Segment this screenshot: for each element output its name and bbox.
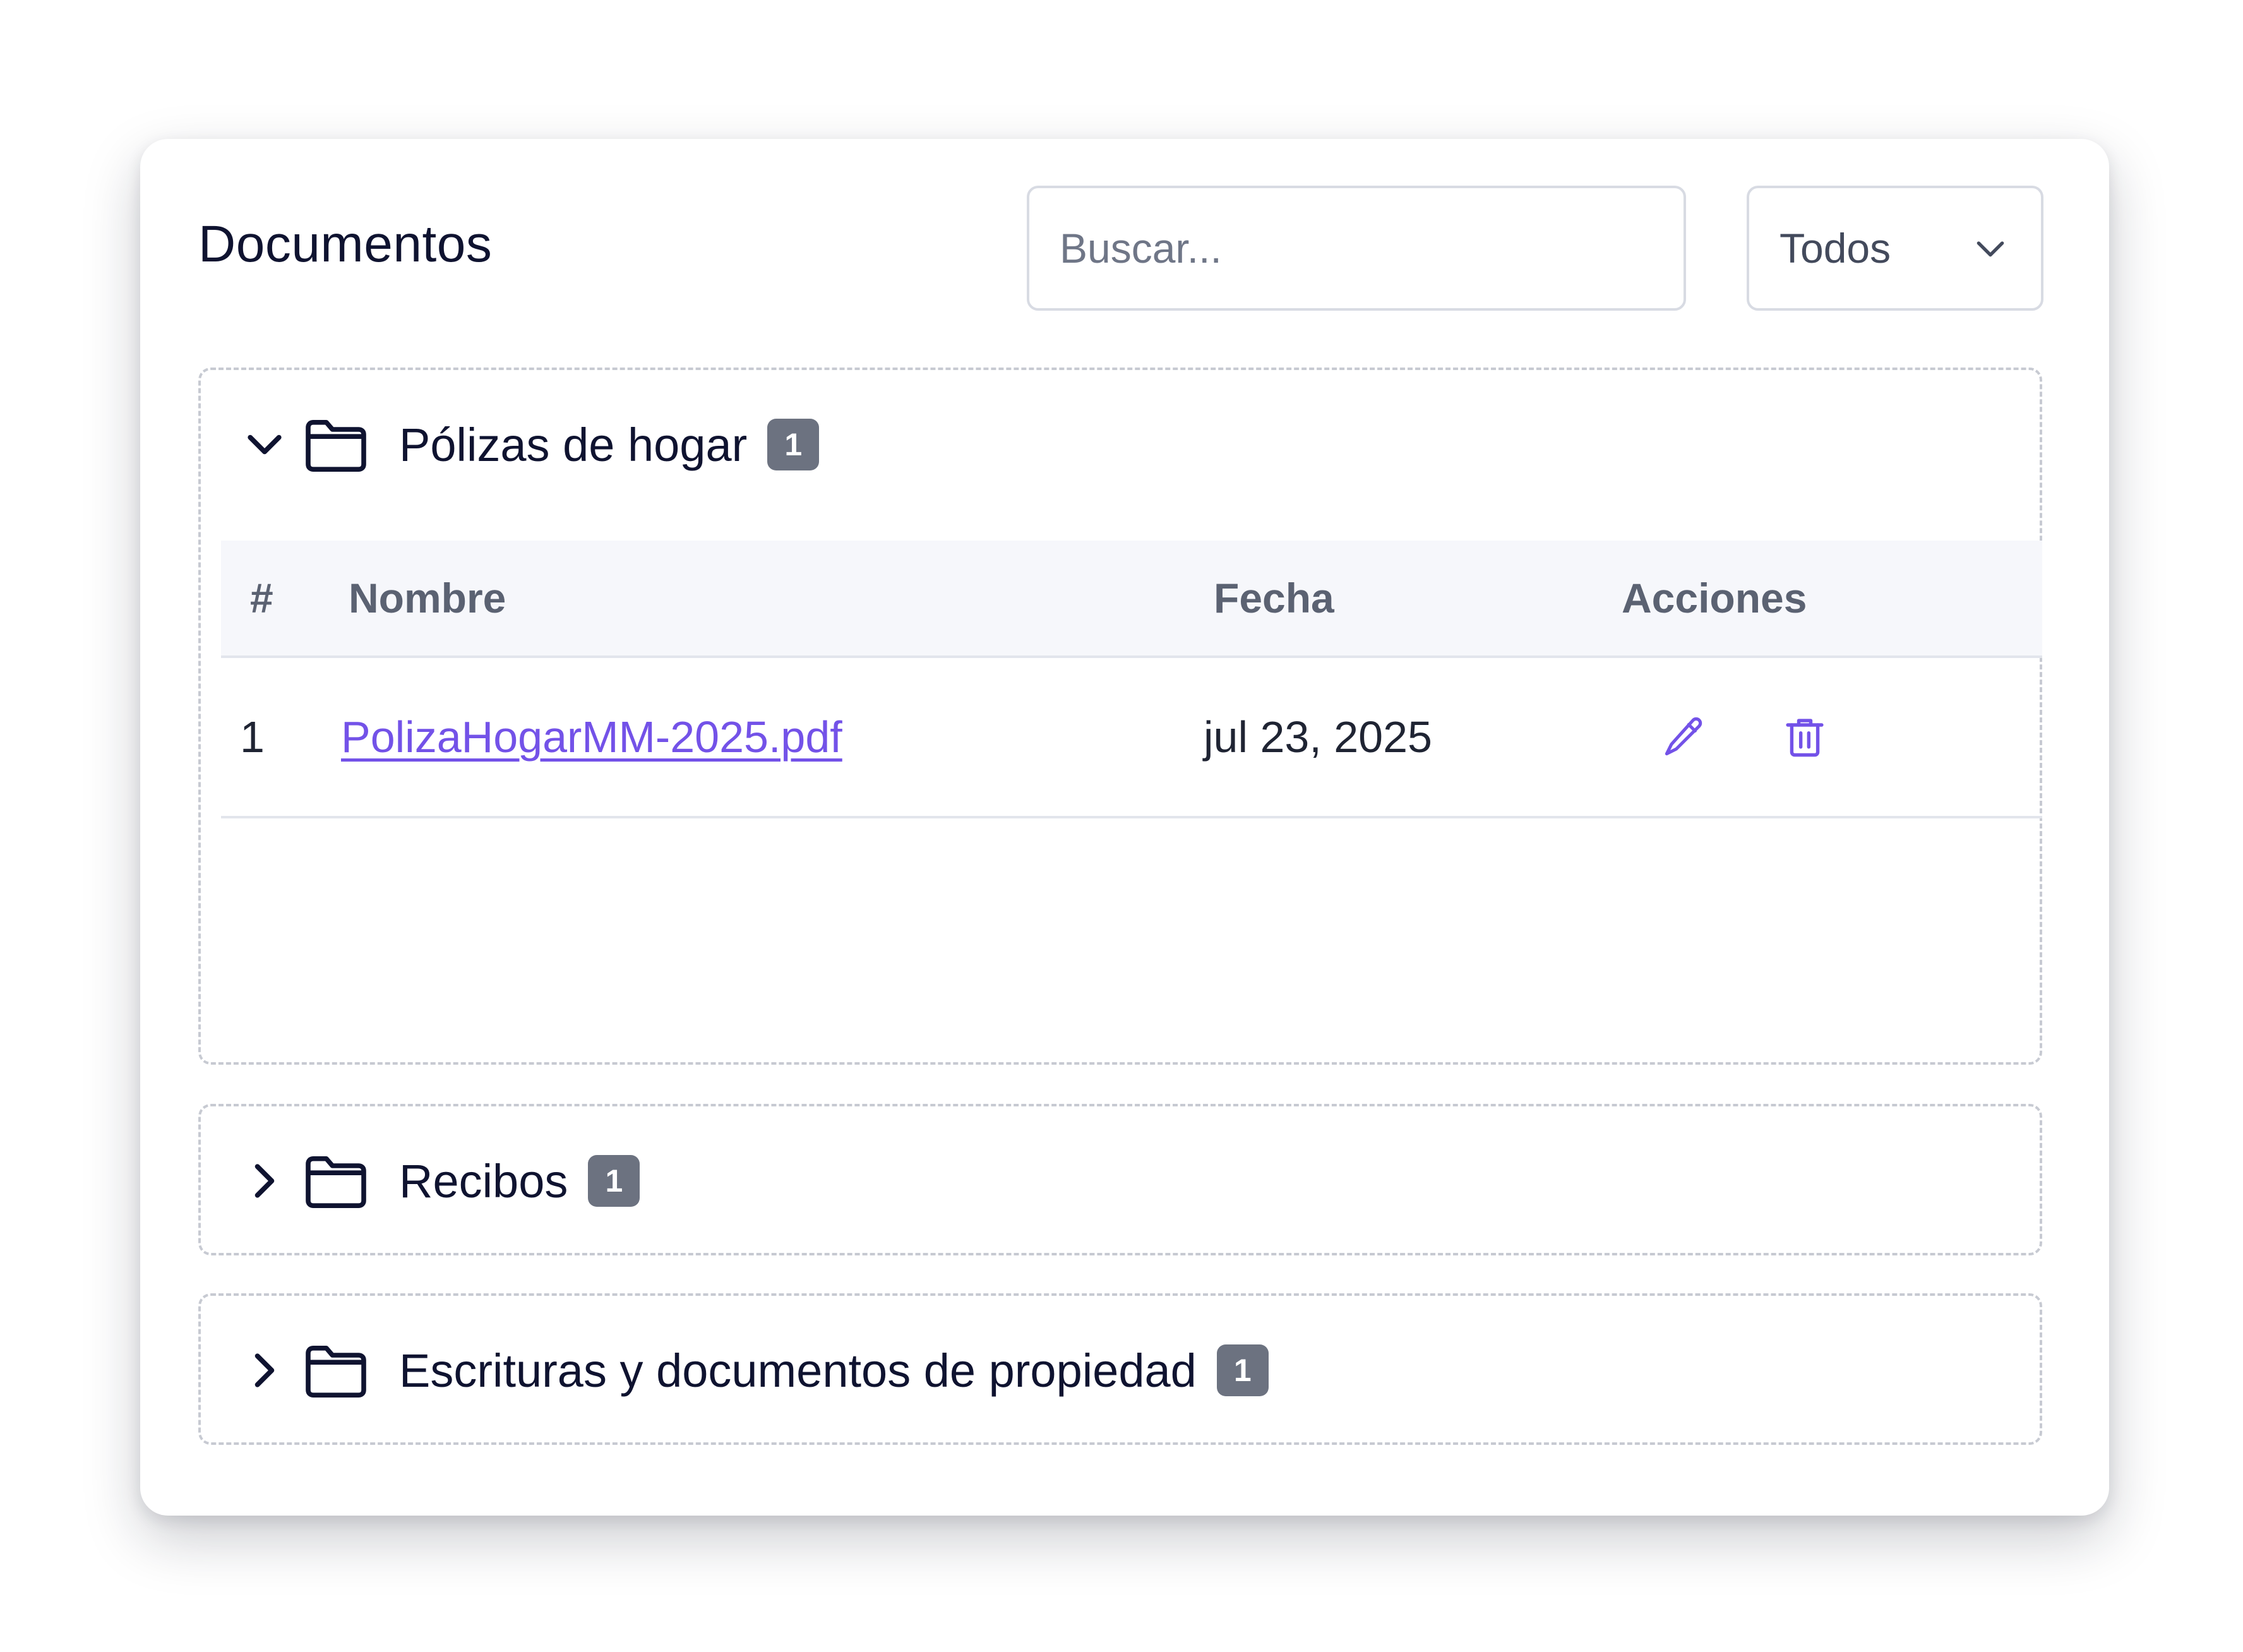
folder-header[interactable]: Recibos 1 xyxy=(201,1106,2040,1255)
trash-icon[interactable] xyxy=(1781,713,1829,761)
document-link[interactable]: PolizaHogarMM-2025.pdf xyxy=(341,712,842,762)
count-badge: 1 xyxy=(767,419,820,470)
row-date: jul 23, 2025 xyxy=(1204,712,1432,762)
chevron-down-icon xyxy=(1977,241,2004,257)
folder-name: Recibos xyxy=(399,1154,568,1207)
count-badge: 1 xyxy=(588,1155,640,1207)
folder-name: Escrituras y documentos de propiedad xyxy=(399,1344,1197,1397)
documents-card: Documentos Todos Pólizas de hogar 1 # xyxy=(140,139,2109,1516)
documents-table: # Nombre Fecha Acciones 1 PolizaHogarMM-… xyxy=(221,541,2042,818)
folder-icon xyxy=(306,1346,366,1398)
column-header-index: # xyxy=(250,575,273,621)
column-header-actions: Acciones xyxy=(1622,575,1807,621)
chevron-right-icon[interactable] xyxy=(240,1156,289,1206)
folder-header[interactable]: Pólizas de hogar 1 xyxy=(201,370,2040,519)
column-header-name: Nombre xyxy=(349,575,506,621)
folder-title: Escrituras y documentos de propiedad 1 xyxy=(399,1344,1269,1398)
column-header-date: Fecha xyxy=(1214,575,1334,621)
table-row: 1 PolizaHogarMM-2025.pdf jul 23, 2025 xyxy=(221,658,2042,818)
folder-title: Pólizas de hogar 1 xyxy=(399,418,820,472)
search-input[interactable] xyxy=(1027,186,1686,311)
folder-name: Pólizas de hogar xyxy=(399,418,748,471)
row-index: 1 xyxy=(240,712,265,762)
chevron-right-icon[interactable] xyxy=(240,1346,289,1395)
folder-icon xyxy=(306,1156,366,1208)
folder-icon xyxy=(306,420,366,472)
page-title: Documentos xyxy=(198,215,493,273)
pencil-icon[interactable] xyxy=(1660,713,1708,761)
folder-title: Recibos 1 xyxy=(399,1154,640,1208)
folder-escrituras: Escrituras y documentos de propiedad 1 xyxy=(198,1293,2042,1445)
folder-header[interactable]: Escrituras y documentos de propiedad 1 xyxy=(201,1296,2040,1445)
count-badge: 1 xyxy=(1216,1344,1269,1396)
table-header: # Nombre Fecha Acciones xyxy=(221,541,2042,658)
chevron-down-icon[interactable] xyxy=(240,420,289,469)
filter-select-value: Todos xyxy=(1779,225,1891,272)
filter-select[interactable]: Todos xyxy=(1747,186,2043,311)
folder-recibos: Recibos 1 xyxy=(198,1104,2042,1255)
folder-polizas-de-hogar: Pólizas de hogar 1 # Nombre Fecha Accion… xyxy=(198,368,2042,1065)
